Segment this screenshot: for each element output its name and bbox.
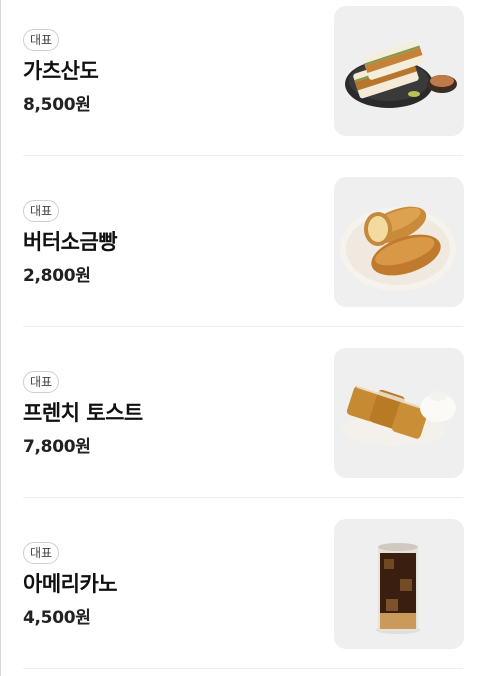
signature-badge: 대표: [23, 371, 60, 393]
menu-item-price: 2,800원: [23, 266, 91, 286]
salt-butter-bread-image[interactable]: [334, 177, 464, 307]
katsu-sando-illustration: [345, 40, 457, 108]
menu-item-name[interactable]: 프렌치 토스트: [23, 397, 143, 427]
menu-item-name[interactable]: 아메리카노: [23, 568, 118, 598]
menu-list: 대표 가츠산도 8,500원 대표 버터소금빵 2,800원 대표 프렌치 토스…: [0, 0, 478, 669]
iced-americano-image[interactable]: [334, 519, 464, 649]
menu-item-info: 대표 프렌치 토스트 7,800원: [23, 371, 143, 457]
french-toast-illustration: [342, 383, 456, 446]
salt-butter-bread-illustration: [340, 206, 456, 291]
french-toast-image[interactable]: [334, 348, 464, 478]
menu-item-price: 4,500원: [23, 608, 91, 628]
menu-item-name[interactable]: 가츠산도: [23, 55, 99, 85]
menu-item-salt-butter-bread[interactable]: 대표 버터소금빵 2,800원: [0, 156, 478, 327]
menu-item-price: 7,800원: [23, 437, 91, 457]
iced-americano-illustration: [376, 543, 420, 634]
menu-item-info: 대표 가츠산도 8,500원: [23, 29, 99, 115]
menu-item-price: 8,500원: [23, 95, 91, 115]
signature-badge: 대표: [23, 542, 60, 564]
signature-badge: 대표: [23, 200, 60, 222]
item-divider: [23, 668, 463, 669]
signature-badge: 대표: [23, 29, 60, 51]
menu-item-info: 대표 버터소금빵 2,800원: [23, 200, 118, 286]
menu-item-name[interactable]: 버터소금빵: [23, 226, 118, 256]
menu-item-info: 대표 아메리카노 4,500원: [23, 542, 118, 628]
menu-item-americano[interactable]: 대표 아메리카노 4,500원: [0, 498, 478, 669]
menu-item-french-toast[interactable]: 대표 프렌치 토스트 7,800원: [0, 327, 478, 498]
menu-item-katsu-sando[interactable]: 대표 가츠산도 8,500원: [0, 0, 478, 156]
katsu-sando-image[interactable]: [334, 6, 464, 136]
